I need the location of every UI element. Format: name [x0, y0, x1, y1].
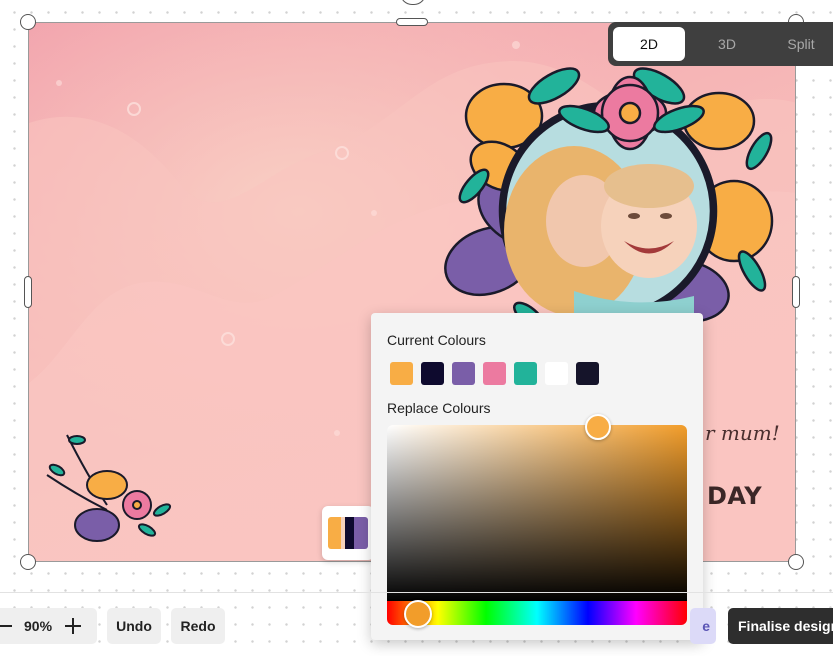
greeting-line-2[interactable]: DAY: [707, 482, 762, 510]
colour-swatch-purple[interactable]: [452, 362, 475, 385]
colour-swatch-pink[interactable]: [483, 362, 506, 385]
current-colours-list: [390, 362, 599, 385]
resize-handle-top[interactable]: [396, 18, 428, 26]
resize-handle-left[interactable]: [24, 276, 32, 308]
colour-swatch-navy[interactable]: [421, 362, 444, 385]
toolbar-divider: [0, 592, 833, 593]
view-split-button[interactable]: Split: [765, 27, 833, 61]
colour-swatch-orange[interactable]: [390, 362, 413, 385]
undo-button[interactable]: Undo: [107, 608, 161, 644]
current-colours-title: Current Colours: [387, 332, 486, 348]
redo-button[interactable]: Redo: [171, 608, 225, 644]
bottom-left-flowers: [46, 434, 172, 542]
view-2d-button[interactable]: 2D: [613, 27, 685, 61]
colour-replace-popup: Current Colours Replace Colours: [371, 313, 703, 640]
saturation-value-thumb[interactable]: [585, 414, 611, 440]
colour-swatch-dark[interactable]: [576, 362, 599, 385]
secondary-action-button[interactable]: e: [690, 608, 716, 644]
rotate-handle[interactable]: [400, 0, 426, 5]
resize-handle-top-left[interactable]: [20, 14, 36, 30]
zoom-out-icon[interactable]: [0, 625, 12, 627]
finalise-design-button[interactable]: Finalise design: [728, 608, 833, 644]
view-mode-toggle: 2D 3D Split: [608, 22, 833, 66]
resize-handle-right[interactable]: [792, 276, 800, 308]
greeting-line-1[interactable]: r mum!: [705, 421, 780, 445]
resize-handle-bottom-right[interactable]: [788, 554, 804, 570]
zoom-value: 90%: [24, 618, 53, 634]
colour-swatch-white[interactable]: [545, 362, 568, 385]
resize-handle-bottom-left[interactable]: [20, 554, 36, 570]
hue-slider[interactable]: [387, 601, 687, 625]
zoom-control: 90%: [0, 608, 97, 644]
view-3d-button[interactable]: 3D: [691, 27, 763, 61]
zoom-in-icon[interactable]: [65, 618, 81, 634]
saturation-value-picker[interactable]: [387, 425, 687, 601]
floral-photo-frame[interactable]: [434, 61, 774, 341]
colour-swatch-teal[interactable]: [514, 362, 537, 385]
replace-colours-title: Replace Colours: [387, 400, 491, 416]
hue-slider-thumb[interactable]: [404, 600, 432, 628]
colour-swatch-chip[interactable]: [322, 506, 374, 560]
